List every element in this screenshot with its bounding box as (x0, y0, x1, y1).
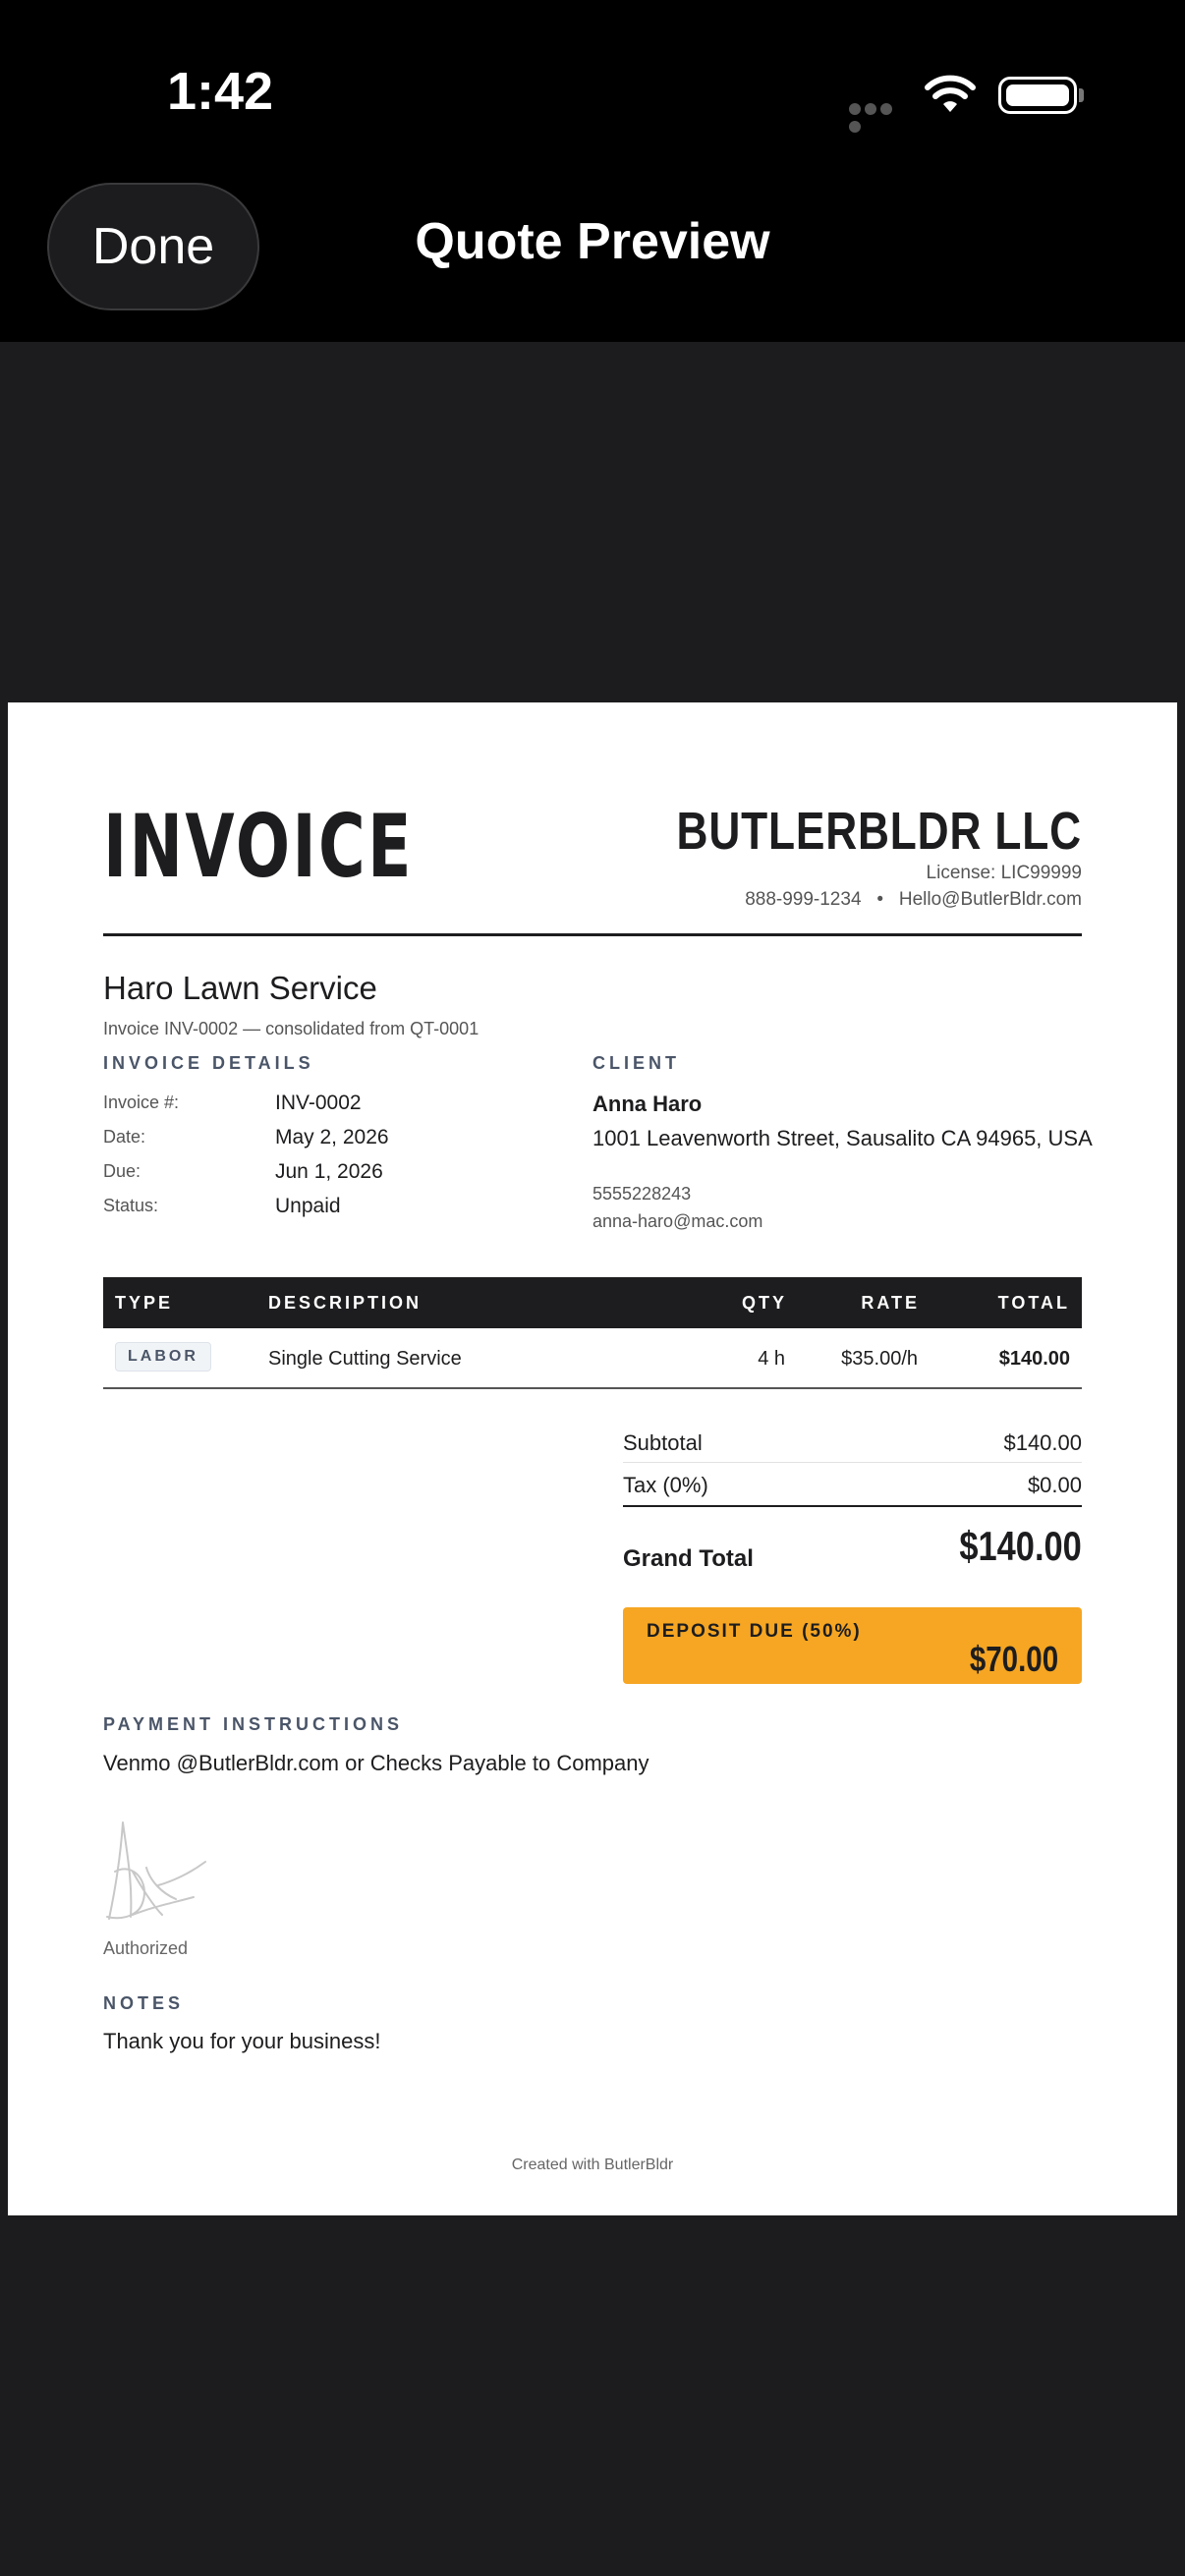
company-license: License: LIC99999 (926, 863, 1082, 883)
authorized-label: Authorized (103, 1938, 189, 1958)
invoice-subline: Invoice INV-0002 — consolidated from QT-… (103, 1019, 480, 1038)
subtotal-label: Subtotal (623, 1430, 703, 1455)
invoice-document: INVOICE BUTLERBLDR LLC License: LIC99999… (8, 702, 1177, 2215)
contact-separator: • (876, 889, 884, 910)
deposit-value: $70.00 (969, 1639, 1058, 1679)
tax-label: Tax (0%) (623, 1473, 708, 1497)
row-rate: $35.00/h (841, 1348, 918, 1370)
company-email: Hello@ButlerBldr.com (898, 889, 1082, 910)
client-name: Anna Haro (592, 1092, 703, 1116)
subtotal-value: $140.00 (1003, 1430, 1082, 1455)
column-header-total: TOTAL (997, 1293, 1070, 1313)
company-contact: 888-999-1234 • Hello@ButlerBldr.com (745, 889, 1082, 911)
row-total: $140.00 (998, 1348, 1070, 1370)
column-header-rate: RATE (861, 1293, 920, 1313)
detail-key-status: Status: (103, 1196, 159, 1215)
payment-instructions-text: Venmo @ButlerBldr.com or Checks Payable … (103, 1751, 649, 1775)
signature-image (106, 1821, 206, 1920)
tax-value: $0.00 (1027, 1473, 1082, 1497)
detail-key-invoice-number: Invoice #: (103, 1092, 180, 1112)
client-email: anna-haro@mac.com (592, 1211, 763, 1231)
notes-text: Thank you for your business! (103, 2029, 381, 2053)
cellular-signal-icon (849, 102, 910, 133)
table-bottom-divider (103, 1387, 1082, 1389)
detail-key-due: Due: (103, 1161, 141, 1181)
header-divider (103, 933, 1082, 936)
company-name: BUTLERBLDR LLC (676, 802, 1082, 861)
detail-value-status: Unpaid (275, 1195, 341, 1217)
table-header: TYPE DESCRIPTION QTY RATE TOTAL (103, 1277, 1082, 1328)
grand-total-value: $140.00 (959, 1523, 1082, 1569)
deposit-label: DEPOSIT DUE (50%) (647, 1621, 862, 1642)
client-label: CLIENT (592, 1053, 680, 1073)
detail-value-due: Jun 1, 2026 (275, 1160, 383, 1183)
grand-total-divider (623, 1505, 1082, 1507)
column-header-description: DESCRIPTION (268, 1293, 423, 1313)
detail-key-date: Date: (103, 1127, 146, 1147)
company-phone: 888-999-1234 (745, 889, 862, 910)
detail-value-date: May 2, 2026 (275, 1126, 389, 1148)
top-bar: 1:42 Done Quote Preview (0, 0, 1185, 342)
column-header-type: TYPE (115, 1293, 174, 1313)
battery-icon (998, 77, 1077, 114)
client-phone: 5555228243 (592, 1184, 692, 1204)
project-title: Haro Lawn Service (103, 970, 377, 1006)
table-row: LABOR Single Cutting Service 4 h $35.00/… (103, 1328, 1082, 1389)
column-header-qty: QTY (741, 1293, 787, 1313)
status-time: 1:42 (167, 62, 274, 121)
wifi-icon (925, 75, 976, 112)
detail-value-invoice-number: INV-0002 (275, 1092, 362, 1114)
done-button[interactable]: Done (47, 183, 259, 310)
row-description: Single Cutting Service (268, 1348, 462, 1370)
summary-divider (623, 1462, 1082, 1463)
type-badge: LABOR (115, 1342, 211, 1372)
notes-label: NOTES (103, 1993, 185, 2013)
page-title: Quote Preview (415, 213, 770, 270)
footer-credit: Created with ButlerBldr (511, 2156, 674, 2173)
client-address: 1001 Leavenworth Street, Sausalito CA 94… (592, 1126, 1093, 1150)
payment-instructions-label: PAYMENT INSTRUCTIONS (103, 1714, 404, 1734)
invoice-heading: INVOICE (103, 796, 414, 897)
grand-total-label: Grand Total (623, 1545, 754, 1572)
row-qty: 4 h (758, 1348, 785, 1370)
deposit-due-box: DEPOSIT DUE (50%) $70.00 (623, 1607, 1082, 1684)
invoice-details-label: INVOICE DETAILS (103, 1053, 314, 1073)
